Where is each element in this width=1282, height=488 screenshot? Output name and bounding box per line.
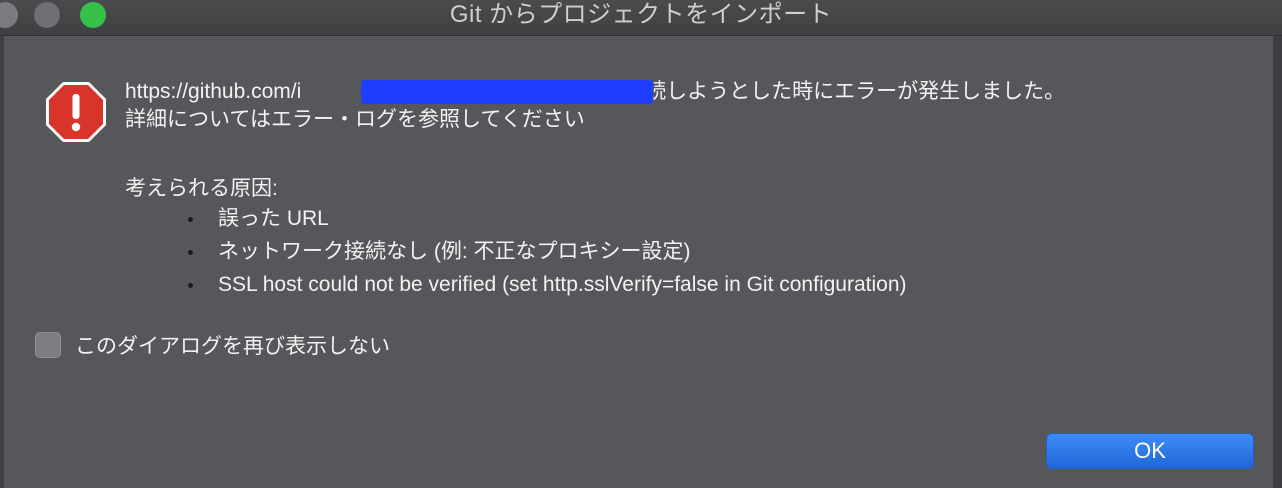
dont-show-again-label[interactable]: このダイアログを再び表示しない [75, 330, 390, 360]
window-edge-right [1273, 36, 1282, 488]
cause-item: 誤った URL [186, 202, 907, 235]
dont-show-again-row[interactable]: このダイアログを再び表示しない [35, 330, 390, 360]
possible-causes-list: 誤った URL ネットワーク接続なし (例: 不正なプロキシー設定) SSL h… [186, 202, 907, 301]
repository-url: https://github.com/i [125, 78, 301, 106]
possible-causes-title: 考えられる原因: [125, 177, 278, 200]
cause-item: SSL host could not be verified (set http… [186, 268, 907, 301]
bullet-icon [188, 217, 193, 222]
cause-item-text: SSL host could not be verified (set http… [218, 273, 907, 296]
cause-item: ネットワーク接続なし (例: 不正なプロキシー設定) [186, 235, 907, 268]
bullet-icon [188, 283, 193, 288]
redaction-mark [361, 80, 653, 104]
window-edge-left [0, 36, 4, 488]
error-octagon-icon [46, 82, 106, 142]
error-message-line-1: https://github.com/i .git に接続しようとした時にエラー… [125, 78, 1065, 106]
error-message: https://github.com/i .git に接続しようとした時にエラー… [125, 78, 1065, 134]
window-title: Git からプロジェクトをインポート [449, 1, 833, 28]
error-message-line-2: 詳細についてはエラー・ログを参照してください [125, 108, 585, 131]
ok-button[interactable]: OK [1046, 433, 1254, 469]
title-bar[interactable]: Git からプロジェクトをインポート [0, 0, 1282, 36]
cause-item-text: ネットワーク接続なし (例: 不正なプロキシー設定) [218, 240, 691, 263]
dont-show-again-checkbox[interactable] [35, 332, 61, 358]
bullet-icon [188, 250, 193, 255]
cause-item-text: 誤った URL [218, 207, 329, 230]
repository-url-prefix: https://github.com/i [125, 80, 302, 103]
error-dialog: Git からプロジェクトをインポート https://github.com/i … [0, 0, 1282, 488]
